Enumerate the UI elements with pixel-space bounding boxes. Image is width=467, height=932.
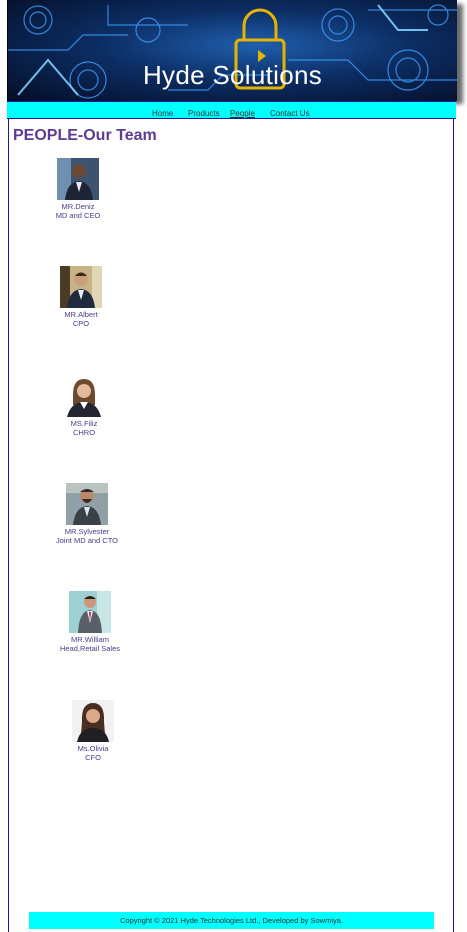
team-member-card: Ms.Olivia CFO: [33, 700, 153, 762]
profile-photo: [60, 266, 102, 308]
member-role: CFO: [85, 753, 101, 762]
member-name: MR.Sylvester: [64, 527, 110, 536]
member-name: MR.Albert: [64, 310, 98, 319]
nav-contact-link[interactable]: Contact Us: [270, 109, 310, 118]
site-title: Hyde Solutions: [142, 60, 323, 90]
team-member-card: MR.Sylvester Joint MD and CTO: [27, 483, 147, 545]
page: Hyde Solutions Home Products People Cont…: [0, 0, 467, 932]
nav-people-link[interactable]: People: [230, 109, 255, 118]
nav-home-link[interactable]: Home: [152, 109, 173, 118]
member-role: Head,Retail Sales: [59, 644, 121, 653]
profile-photo: [72, 700, 114, 742]
profile-photo: [63, 375, 105, 417]
team-member-card: MS.Filiz CHRO: [24, 375, 144, 437]
member-name: MR.William: [71, 635, 109, 644]
member-role: CPO: [72, 319, 90, 328]
member-name: MR.Deniz: [61, 202, 95, 211]
member-role: Joint MD and CTO: [56, 536, 118, 545]
profile-photo: [69, 591, 111, 633]
member-role: MD and CEO: [55, 211, 101, 220]
copyright-text: Copyright © 2021 Hyde Technologies Ltd.,…: [119, 916, 343, 925]
profile-photo: [66, 483, 108, 525]
member-name: MS.Filiz: [70, 419, 98, 428]
team-member-card: MR.William Head,Retail Sales: [30, 591, 150, 653]
footer: Copyright © 2021 Hyde Technologies Ltd.,…: [29, 912, 434, 929]
nav-products-link[interactable]: Products: [188, 109, 220, 118]
member-role: CHRO: [72, 428, 96, 437]
team-member-card: MR.Deniz MD and CEO: [18, 158, 138, 220]
page-heading: PEOPLE-Our Team: [13, 127, 157, 144]
member-name: Ms.Olivia: [77, 744, 109, 753]
header-banner: Hyde Solutions: [7, 0, 457, 101]
team-member-card: MR.Albert CPO: [21, 266, 141, 328]
nav-bar: Home Products People Contact Us: [7, 101, 456, 119]
profile-photo: [57, 158, 99, 200]
